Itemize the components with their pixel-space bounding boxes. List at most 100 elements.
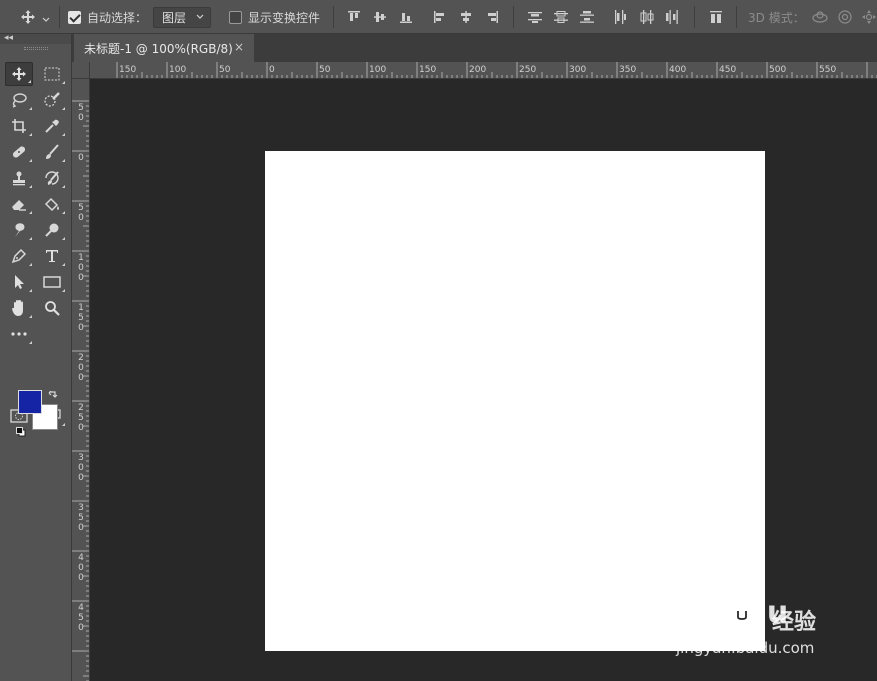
divider xyxy=(333,6,334,28)
dodge-tool[interactable] xyxy=(38,218,66,242)
distribute-right-icon xyxy=(666,10,678,24)
hand-tool[interactable] xyxy=(5,296,33,320)
hand-icon xyxy=(12,300,23,316)
collapse-icon[interactable]: ◂◂ xyxy=(4,33,13,43)
ruler-label: 2 5 0 xyxy=(78,403,84,433)
eraser-tool[interactable] xyxy=(5,192,33,216)
distribute-left-button[interactable] xyxy=(613,0,627,34)
ruler-label: 500 xyxy=(769,65,787,75)
distribute-hcenter-icon xyxy=(640,10,654,24)
auto-align-button[interactable] xyxy=(709,0,723,34)
distribute-bottom-button[interactable] xyxy=(579,0,595,34)
ruler-label: 5 0 xyxy=(78,103,84,123)
document-tab[interactable]: 未标题-1 @ 100%(RGB/8) × xyxy=(74,34,254,62)
paint-bucket-tool[interactable] xyxy=(38,192,66,216)
ellipsis-icon xyxy=(11,332,27,336)
align-top-edges-button[interactable] xyxy=(347,0,361,34)
distribute-right-button[interactable] xyxy=(665,0,679,34)
3d-mode-label-wrap: 3D 模式： xyxy=(748,0,805,34)
auto-select-checkbox[interactable] xyxy=(68,10,81,24)
3d-mode-label: 3D 模式： xyxy=(748,10,805,25)
ruler-label: 250 xyxy=(519,65,537,75)
rectangle-tool[interactable] xyxy=(38,270,66,294)
crop-icon xyxy=(12,119,26,133)
ruler-label: 50 xyxy=(219,65,231,75)
distribute-hcenter-button[interactable] xyxy=(639,0,655,34)
distribute-bottom-icon xyxy=(580,11,594,23)
type-icon xyxy=(46,250,58,262)
document-tab-title: 未标题-1 @ 100%(RGB/8) xyxy=(84,41,233,56)
tools-panel-header: ◂◂ xyxy=(0,33,71,44)
ruler-label: 400 xyxy=(669,65,687,75)
auto-select-label: 自动选择： xyxy=(87,10,148,25)
zoom-tool[interactable] xyxy=(38,296,66,320)
path-selection-tool[interactable] xyxy=(5,270,33,294)
clone-stamp-tool[interactable] xyxy=(5,166,33,190)
brush-tool[interactable] xyxy=(38,140,66,164)
healing-brush-tool[interactable] xyxy=(5,140,33,164)
history-brush-tool[interactable] xyxy=(38,166,66,190)
ruler-label: 300 xyxy=(569,65,587,75)
align-horizontal-centers-button[interactable] xyxy=(459,0,473,34)
lasso-tool[interactable] xyxy=(5,88,33,112)
show-transform-label: 显示变换控件 xyxy=(248,10,321,25)
distribute-vcenter-button[interactable] xyxy=(553,0,569,34)
3d-roll-button[interactable] xyxy=(837,0,853,34)
ruler-origin[interactable] xyxy=(72,62,90,79)
3d-orbit-button[interactable] xyxy=(811,0,829,34)
show-transform-checkbox[interactable] xyxy=(229,10,242,24)
ruler-label: 0 xyxy=(269,65,275,75)
3d-pan-button[interactable] xyxy=(861,0,877,34)
ruler-label: 100 xyxy=(169,65,187,75)
ruler-label: 200 xyxy=(469,65,487,75)
distribute-top-icon xyxy=(528,12,542,23)
eyedropper-tool[interactable] xyxy=(38,114,66,138)
eraser-icon xyxy=(12,200,26,211)
ruler-label: 100 xyxy=(369,65,387,75)
3d-roll-icon xyxy=(838,10,852,24)
align-left-edges-button[interactable] xyxy=(433,0,447,34)
pen-icon xyxy=(11,248,27,264)
ruler-label: 150 xyxy=(119,65,137,75)
layer-select-dropdown[interactable]: 图层 xyxy=(153,0,211,34)
ruler-label: 4 0 0 xyxy=(78,553,84,583)
3d-pan-icon xyxy=(862,10,876,24)
close-icon[interactable]: × xyxy=(234,40,244,54)
smudge-tool[interactable] xyxy=(5,218,33,242)
ruler-label: 0 xyxy=(78,153,84,163)
horizontal-ruler[interactable]: 150 100 50 0 50 100 150 200 250 300 350 400 450 500 55… xyxy=(90,62,877,79)
distribute-vcenter-icon xyxy=(554,11,568,23)
swap-colors-icon[interactable] xyxy=(48,386,58,405)
ruler-label: 3 5 0 xyxy=(78,503,84,533)
align-bottom-icon xyxy=(400,13,412,23)
foreground-color-swatch[interactable] xyxy=(18,390,42,414)
auto-align-icon xyxy=(710,11,722,23)
move-tool-preset[interactable] xyxy=(20,0,50,34)
pen-tool[interactable] xyxy=(5,244,33,268)
type-tool[interactable] xyxy=(38,244,66,268)
crop-tool[interactable] xyxy=(5,114,33,138)
document-canvas[interactable] xyxy=(265,151,765,651)
divider xyxy=(694,6,695,28)
align-right-edges-button[interactable] xyxy=(485,0,499,34)
distribute-top-button[interactable] xyxy=(527,0,543,34)
document-tab-bar: 未标题-1 @ 100%(RGB/8) × xyxy=(72,34,877,62)
stamp-icon xyxy=(13,171,25,186)
watermark-cn: 经验 xyxy=(772,610,817,635)
marquee-tool[interactable] xyxy=(38,62,66,86)
vertical-ruler[interactable]: 5 0 0 5 0 1 0 0 1 5 0 2 0 0 2 5 0 3 0 0 3 5 0 4 0… xyxy=(72,79,90,681)
align-vertical-centers-button[interactable] xyxy=(373,0,387,34)
watermark-url: jingyan.baidu.com xyxy=(676,639,815,657)
quick-select-tool[interactable] xyxy=(38,88,66,112)
history-brush-icon xyxy=(45,171,59,185)
panel-grip[interactable] xyxy=(24,47,48,50)
ruler-label: 2 0 0 xyxy=(78,353,84,383)
divider xyxy=(59,6,60,28)
more-tools-button[interactable] xyxy=(5,322,33,346)
show-transform-toggle[interactable]: 显示变换控件 xyxy=(229,0,320,34)
arrow-icon xyxy=(15,275,24,289)
move-tool[interactable] xyxy=(5,62,33,86)
align-top-icon xyxy=(348,11,360,21)
align-bottom-edges-button[interactable] xyxy=(399,0,413,34)
auto-select-toggle[interactable]: 自动选择： xyxy=(68,0,147,34)
